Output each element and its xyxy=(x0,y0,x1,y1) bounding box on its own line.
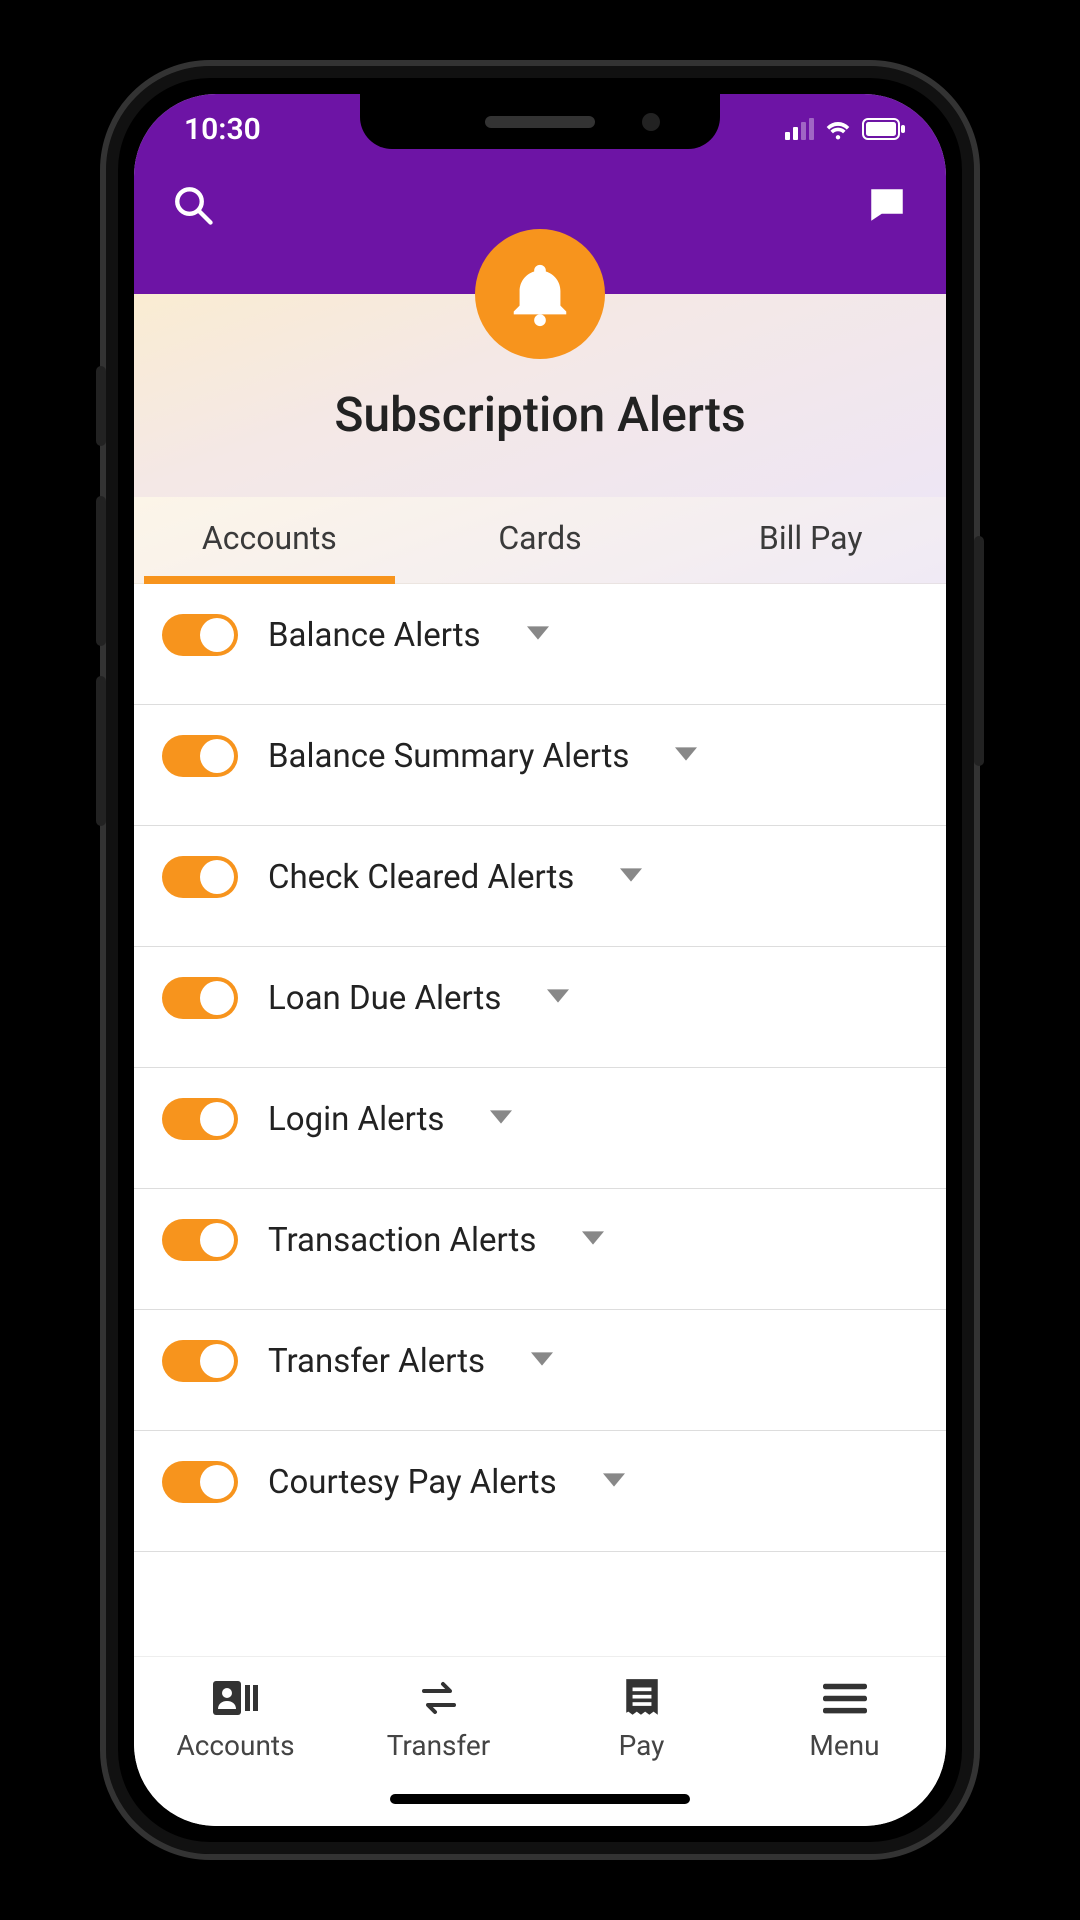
alert-row[interactable]: Loan Due Alerts xyxy=(134,947,946,1068)
nav-menu[interactable]: Menu xyxy=(770,1677,920,1762)
status-icons xyxy=(785,118,906,140)
home-indicator[interactable] xyxy=(390,1794,690,1804)
tab-bill-pay[interactable]: Bill Pay xyxy=(675,497,946,583)
alert-toggle[interactable] xyxy=(162,1461,238,1503)
front-camera xyxy=(642,113,660,131)
tab-label: Bill Pay xyxy=(759,519,863,557)
transfer-icon xyxy=(416,1677,462,1719)
alert-label: Check Cleared Alerts xyxy=(268,858,574,897)
page-hero: Subscription Alerts xyxy=(134,294,946,497)
alert-row[interactable]: Login Alerts xyxy=(134,1068,946,1189)
alert-toggle[interactable] xyxy=(162,735,238,777)
speaker xyxy=(485,116,595,128)
alert-toggle[interactable] xyxy=(162,1340,238,1382)
chat-icon xyxy=(866,184,908,226)
page-title: Subscription Alerts xyxy=(134,364,946,497)
alert-label: Balance Summary Alerts xyxy=(268,737,629,776)
alert-toggle[interactable] xyxy=(162,1219,238,1261)
nav-label: Accounts xyxy=(176,1729,294,1762)
accounts-icon xyxy=(213,1677,259,1719)
chevron-down-icon[interactable] xyxy=(603,1469,625,1495)
nav-transfer[interactable]: Transfer xyxy=(364,1677,514,1762)
screen: 10:30 xyxy=(134,94,946,1826)
alert-row[interactable]: Transaction Alerts xyxy=(134,1189,946,1310)
nav-label: Menu xyxy=(809,1729,879,1762)
bell-icon xyxy=(505,259,575,329)
alert-row[interactable]: Balance Alerts xyxy=(134,584,946,705)
alert-label: Login Alerts xyxy=(268,1100,444,1139)
alert-row[interactable]: Balance Summary Alerts xyxy=(134,705,946,826)
chevron-down-icon[interactable] xyxy=(620,864,642,890)
tab-accounts[interactable]: Accounts xyxy=(134,497,405,583)
menu-icon xyxy=(823,1677,867,1719)
phone-frame: 10:30 xyxy=(100,60,980,1860)
battery-icon xyxy=(862,118,906,140)
alert-row[interactable]: Check Cleared Alerts xyxy=(134,826,946,947)
search-icon xyxy=(172,184,214,226)
tabs: Accounts Cards Bill Pay xyxy=(134,497,946,584)
alert-label: Loan Due Alerts xyxy=(268,979,501,1018)
wifi-icon xyxy=(824,118,852,140)
chevron-down-icon[interactable] xyxy=(582,1227,604,1253)
chevron-down-icon[interactable] xyxy=(527,622,549,648)
chat-button[interactable] xyxy=(862,180,912,230)
notch xyxy=(360,94,720,149)
alert-label: Balance Alerts xyxy=(268,616,481,655)
side-button xyxy=(96,366,106,446)
alert-row[interactable]: Transfer Alerts xyxy=(134,1310,946,1431)
alert-toggle[interactable] xyxy=(162,614,238,656)
bell-badge xyxy=(475,229,605,359)
status-time: 10:30 xyxy=(184,112,261,147)
side-button xyxy=(974,536,984,766)
nav-label: Transfer xyxy=(387,1729,491,1762)
signal-icon xyxy=(785,118,814,140)
chevron-down-icon[interactable] xyxy=(675,743,697,769)
tab-label: Cards xyxy=(498,519,581,557)
pay-icon xyxy=(622,1677,662,1719)
chevron-down-icon[interactable] xyxy=(490,1106,512,1132)
alert-row[interactable]: Courtesy Pay Alerts xyxy=(134,1431,946,1552)
side-button xyxy=(96,496,106,646)
chevron-down-icon[interactable] xyxy=(547,985,569,1011)
alert-toggle[interactable] xyxy=(162,1098,238,1140)
side-button xyxy=(96,676,106,826)
alert-list[interactable]: Balance Alerts Balance Summary Alerts Ch… xyxy=(134,584,946,1656)
nav-pay[interactable]: Pay xyxy=(567,1677,717,1762)
tab-label: Accounts xyxy=(202,519,337,557)
search-button[interactable] xyxy=(168,180,218,230)
alert-label: Transaction Alerts xyxy=(268,1221,536,1260)
nav-label: Pay xyxy=(619,1729,665,1762)
alert-label: Courtesy Pay Alerts xyxy=(268,1463,557,1502)
alert-toggle[interactable] xyxy=(162,856,238,898)
nav-accounts[interactable]: Accounts xyxy=(161,1677,311,1762)
alert-label: Transfer Alerts xyxy=(268,1342,485,1381)
alert-toggle[interactable] xyxy=(162,977,238,1019)
tab-cards[interactable]: Cards xyxy=(405,497,676,583)
chevron-down-icon[interactable] xyxy=(531,1348,553,1374)
